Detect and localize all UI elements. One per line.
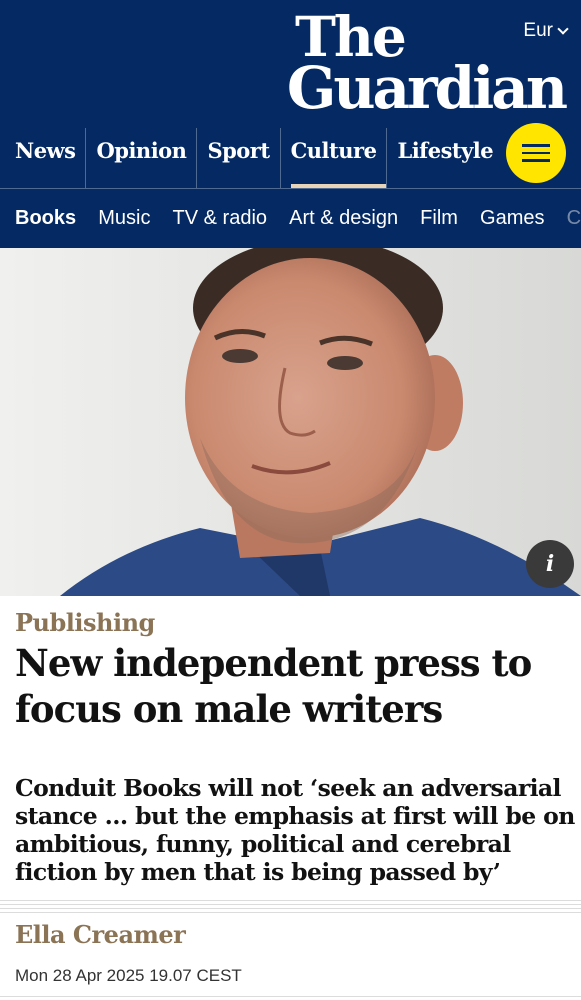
section-kicker[interactable]: Publishing <box>15 608 155 637</box>
divider-line <box>0 908 581 909</box>
section-subnav: Books Music TV & radio Art & design Film… <box>0 188 581 248</box>
author-byline[interactable]: Ella Creamer <box>15 920 186 949</box>
hero-image <box>0 248 581 596</box>
pillar-sport[interactable]: Sport <box>196 128 279 188</box>
hamburger-icon-bar <box>522 151 550 155</box>
portrait-photo <box>0 248 581 596</box>
pillar-lifestyle[interactable]: Lifestyle <box>386 128 503 188</box>
pillar-nav: News Opinion Sport Culture Lifestyle <box>0 128 503 188</box>
pillar-opinion[interactable]: Opinion <box>85 128 196 188</box>
article-standfirst: Conduit Books will not ‘seek an adversar… <box>15 774 575 886</box>
guardian-logo[interactable]: The Guardian <box>255 9 568 122</box>
info-icon: i <box>545 551 555 577</box>
divider-lines <box>0 900 581 917</box>
subnav-item-games[interactable]: Games <box>480 189 544 230</box>
publish-date[interactable]: Mon 28 Apr 2025 19.07 CEST <box>15 966 242 986</box>
logo-line-2: Guardian <box>286 53 568 122</box>
pillar-culture[interactable]: Culture <box>279 128 387 188</box>
subnav-item-music[interactable]: Music <box>98 189 150 230</box>
subnav-item-art-design[interactable]: Art & design <box>289 189 398 230</box>
subnav-item-truncated[interactable]: Cla <box>567 189 581 230</box>
masthead: Eur The Guardian News Opinion Sport Cult… <box>0 0 581 188</box>
image-info-button[interactable]: i <box>526 540 574 588</box>
hamburger-icon-bar <box>522 159 550 162</box>
menu-button[interactable] <box>506 123 566 183</box>
article-headline: New independent press to focus on male w… <box>15 641 532 731</box>
divider-line <box>0 912 581 913</box>
divider-line <box>0 996 581 997</box>
divider-line <box>0 904 581 905</box>
pillar-news[interactable]: News <box>0 128 85 188</box>
subnav-item-film[interactable]: Film <box>420 189 458 230</box>
subnav-item-tv-radio[interactable]: TV & radio <box>173 189 267 230</box>
hamburger-icon-bar <box>522 144 550 147</box>
subnav-item-books[interactable]: Books <box>15 189 76 230</box>
divider-line <box>0 900 581 901</box>
